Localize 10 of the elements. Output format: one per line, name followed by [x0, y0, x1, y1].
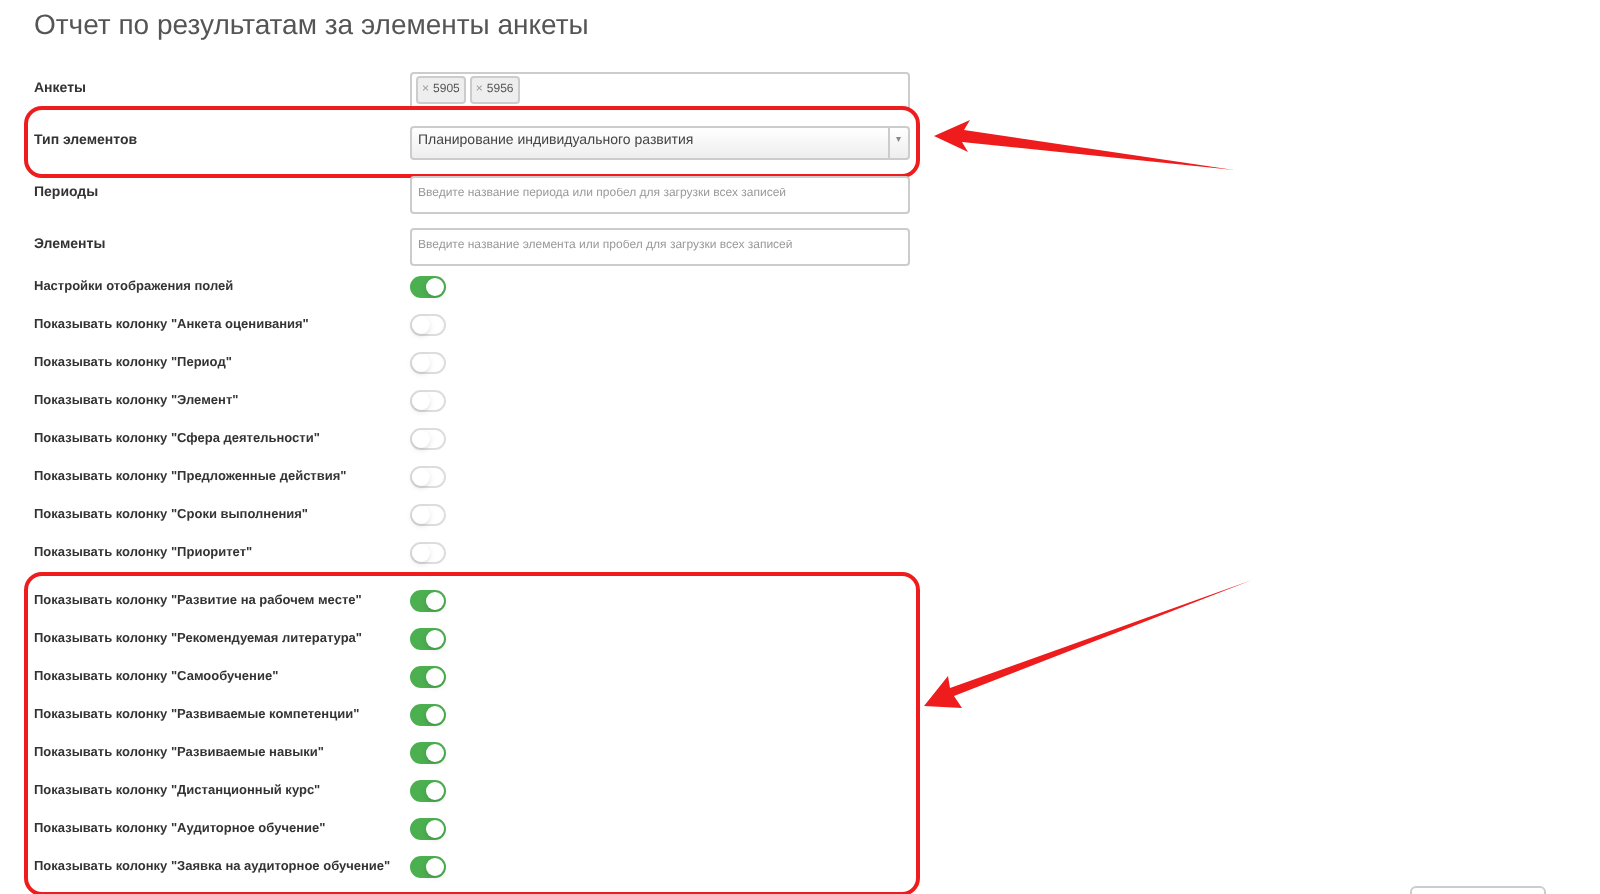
toggle-switch[interactable]: [410, 590, 446, 612]
toggle-switch[interactable]: [410, 704, 446, 726]
toggle-switch[interactable]: [410, 742, 446, 764]
page-title: Отчет по результатам за элементы анкеты: [34, 6, 591, 44]
toggle-switch[interactable]: [410, 780, 446, 802]
toggle-switch[interactable]: [410, 666, 446, 688]
toggle-switch[interactable]: [410, 628, 446, 650]
toggle-switch[interactable]: [410, 818, 446, 840]
toggle-switch[interactable]: [410, 856, 446, 878]
toggle-switch[interactable]: [410, 276, 446, 298]
